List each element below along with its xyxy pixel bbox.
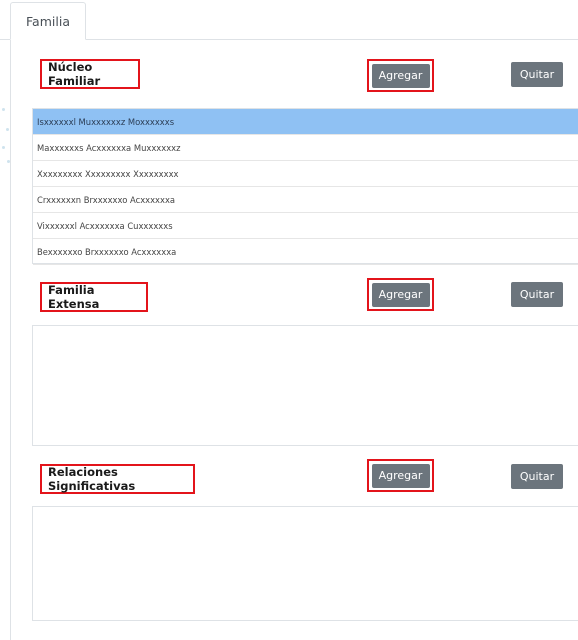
list-item[interactable]: Isxxxxxxl Muxxxxxxz Moxxxxxxs (33, 109, 578, 135)
dot (2, 146, 5, 149)
dot (6, 128, 9, 131)
list-item[interactable]: Crxxxxxxn Brxxxxxxo Acxxxxxxa (33, 187, 578, 213)
list-item[interactable]: Bexxxxxxo Brxxxxxxo Acxxxxxxa (33, 239, 578, 265)
list-item[interactable]: Vixxxxxxl Acxxxxxxa Cuxxxxxxs (33, 213, 578, 239)
add-button-frame-extensa: Agregar (367, 278, 434, 311)
tab-familia[interactable]: Familia (10, 2, 86, 40)
dot (7, 160, 10, 163)
add-button-extensa[interactable]: Agregar (371, 282, 430, 307)
member-list-extensa (32, 325, 578, 446)
remove-button-relaciones[interactable]: Quitar (511, 464, 563, 489)
section-title-familia-extensa: Familia Extensa (40, 282, 148, 312)
section-title-nucleo-familiar: Núcleo Familiar (40, 59, 140, 89)
add-button-nucleo[interactable]: Agregar (371, 63, 430, 88)
decorative-dots (0, 104, 12, 164)
add-button-frame-relaciones: Agregar (367, 459, 434, 492)
list-item[interactable]: Maxxxxxxs Acxxxxxxa Muxxxxxxz (33, 135, 578, 161)
member-list-nucleo: Isxxxxxxl Muxxxxxxz Moxxxxxxs Maxxxxxxs … (32, 108, 578, 265)
remove-button-nucleo[interactable]: Quitar (511, 62, 563, 87)
add-button-frame-nucleo: Agregar (367, 59, 434, 92)
remove-button-extensa[interactable]: Quitar (511, 282, 563, 307)
section-title-relaciones-significativas: Relaciones Significativas (40, 464, 195, 494)
add-button-relaciones[interactable]: Agregar (371, 463, 430, 488)
tab-strip: Familia (0, 0, 578, 40)
list-item[interactable]: Xxxxxxxxx Xxxxxxxxx Xxxxxxxxx (33, 161, 578, 187)
member-list-relaciones (32, 506, 578, 621)
dot (2, 108, 5, 111)
